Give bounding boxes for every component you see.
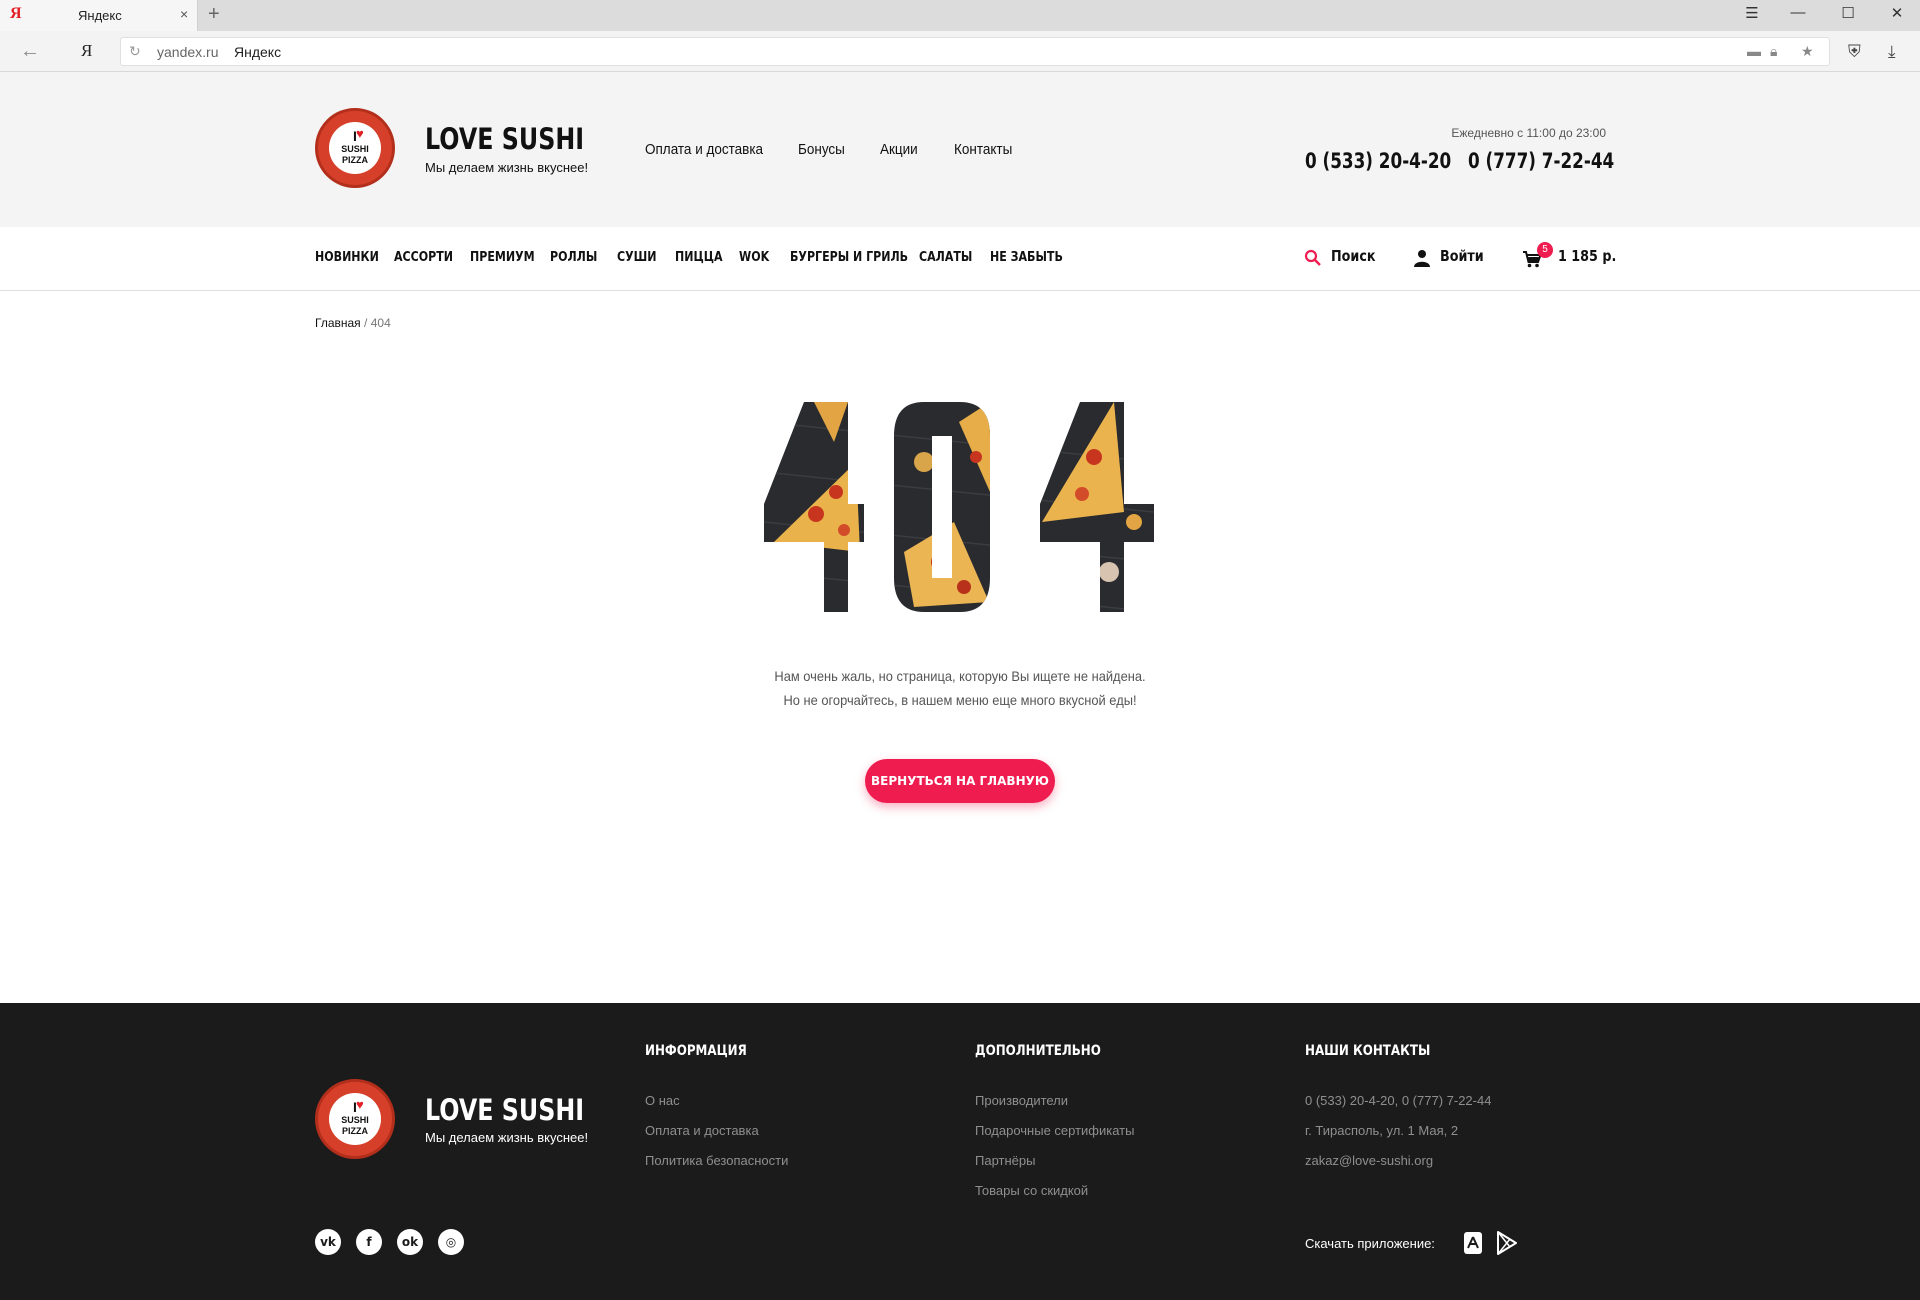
footer-logo[interactable]: I ♥ SUSHI PIZZA	[315, 1079, 395, 1159]
footer-contacts-title: НАШИ КОНТАКТЫ	[1305, 1043, 1431, 1059]
vk-icon[interactable]: vk	[315, 1229, 341, 1255]
category-pizza[interactable]: ПИЦЦА	[675, 250, 723, 265]
footer-link-delivery[interactable]: Оплата и доставка	[645, 1123, 759, 1138]
footer-logo-text-sushi: SUSHI	[341, 1115, 369, 1125]
phone-2[interactable]: 0 (777) 7-22-44	[1468, 149, 1614, 173]
logo-text-sushi: SUSHI	[341, 144, 369, 154]
category-salads[interactable]: САЛАТЫ	[919, 250, 972, 265]
menu-icon[interactable]: ☰	[1737, 4, 1767, 22]
yandex-home-button[interactable]: Я	[81, 41, 92, 61]
app-download-label: Скачать приложение:	[1305, 1236, 1435, 1251]
cart-total[interactable]: 1 185 р.	[1558, 247, 1616, 265]
odnoklassniki-icon[interactable]: ok	[397, 1229, 423, 1255]
close-tab-icon[interactable]: ×	[180, 6, 188, 22]
footer-contact-address: г. Тирасполь, ул. 1 Мая, 2	[1305, 1123, 1459, 1138]
url-host: yandex.ru	[157, 44, 219, 60]
reload-icon[interactable]: ↻	[129, 43, 141, 60]
footer-link-privacy[interactable]: Политика безопасности	[645, 1153, 788, 1168]
back-arrow-icon[interactable]: ←	[20, 40, 40, 63]
error-message-line-1: Нам очень жаль, но страница, которую Вы …	[774, 668, 1146, 684]
brand-name[interactable]: LOVE SUSHI	[425, 122, 584, 156]
footer-logo-inner: I ♥ SUSHI PIZZA	[329, 1093, 381, 1145]
bookmark-star-icon[interactable]: ★	[1801, 43, 1814, 60]
breadcrumb-home[interactable]: Главная	[315, 316, 361, 330]
footer-info-title: ИНФОРМАЦИЯ	[645, 1043, 747, 1059]
browser-tab-bar: Я Яндекс × + ☰ — ☐ ✕	[0, 0, 1920, 31]
download-icon[interactable]: ⤓	[1888, 42, 1896, 62]
footer-link-gift-cards[interactable]: Подарочные сертификаты	[975, 1123, 1134, 1138]
window-close-icon[interactable]: ✕	[1882, 4, 1912, 22]
category-assorted[interactable]: АССОРТИ	[394, 250, 453, 265]
nav-contacts[interactable]: Контакты	[954, 141, 1012, 158]
url-field[interactable]: ↻ yandex.ru Яндекс ▬ 🔒︎ ★	[120, 37, 1830, 66]
footer-link-about[interactable]: О нас	[645, 1093, 680, 1108]
instagram-icon[interactable]: ◎	[438, 1229, 464, 1255]
category-sushi[interactable]: СУШИ	[617, 250, 657, 265]
google-play-icon[interactable]	[1496, 1231, 1518, 1255]
footer-logo-text-pizza: PIZZA	[342, 1126, 368, 1136]
lock-icon[interactable]: 🔒︎	[1770, 43, 1777, 60]
footer-extra-title: ДОПОЛНИТЕЛЬНО	[975, 1043, 1101, 1059]
opening-hours: Ежедневно с 11:00 до 23:00	[1451, 126, 1606, 140]
nav-promotions[interactable]: Акции	[880, 141, 918, 158]
category-premium[interactable]: ПРЕМИУМ	[470, 250, 535, 265]
error-message-line-2: Но не огорчайтесь, в нашем меню еще мног…	[783, 692, 1137, 708]
reader-icon[interactable]: ▬	[1747, 43, 1761, 59]
footer: I ♥ SUSHI PIZZA LOVE SUSHI Мы делаем жиз…	[0, 1003, 1920, 1300]
error-code-illustration	[764, 402, 1154, 612]
url-page-title: Яндекс	[234, 44, 282, 60]
footer-link-discounts[interactable]: Товары со скидкой	[975, 1183, 1088, 1198]
logo-text-i: I	[353, 128, 357, 144]
category-new[interactable]: НОВИНКИ	[315, 250, 379, 265]
logo[interactable]: I ♥ SUSHI PIZZA	[315, 108, 395, 188]
brand-tagline: Мы делаем жизнь вкуснее!	[425, 160, 589, 175]
category-bar: НОВИНКИ АССОРТИ ПРЕМИУМ РОЛЛЫ СУШИ ПИЦЦА…	[0, 227, 1920, 291]
yandex-logo-icon: Я	[10, 5, 22, 22]
category-dont-forget[interactable]: НЕ ЗАБЫТЬ	[990, 250, 1063, 265]
logo-inner: I ♥ SUSHI PIZZA	[329, 122, 381, 174]
app-store-icon[interactable]	[1462, 1231, 1484, 1255]
category-wok[interactable]: WOK	[739, 250, 769, 265]
minimize-icon[interactable]: —	[1783, 4, 1813, 21]
new-tab-button[interactable]: +	[208, 3, 220, 26]
breadcrumb-current: 404	[370, 316, 391, 330]
user-icon[interactable]	[1413, 249, 1431, 267]
footer-link-producers[interactable]: Производители	[975, 1093, 1068, 1108]
maximize-icon[interactable]: ☐	[1833, 4, 1863, 22]
heart-icon: ♥	[356, 126, 364, 141]
facebook-icon[interactable]: f	[356, 1229, 382, 1255]
browser-tab[interactable]: Я Яндекс ×	[0, 0, 198, 31]
back-to-home-button[interactable]: ВЕРНУТЬСЯ НА ГЛАВНУЮ	[865, 759, 1055, 803]
tab-title: Яндекс	[78, 8, 122, 23]
category-rolls[interactable]: РОЛЛЫ	[550, 250, 597, 265]
footer-contact-email[interactable]: zakaz@love-sushi.org	[1305, 1153, 1433, 1168]
breadcrumb: Главная / 404	[315, 316, 391, 330]
category-burgers[interactable]: БУРГЕРЫ И ГРИЛЬ	[790, 250, 908, 265]
address-bar: ← Я ↻ yandex.ru Яндекс ▬ 🔒︎ ★ ⛨ ⤓	[0, 31, 1920, 72]
login-label[interactable]: Войти	[1440, 247, 1484, 265]
footer-brand-name[interactable]: LOVE SUSHI	[425, 1093, 584, 1127]
logo-text-pizza: PIZZA	[342, 155, 368, 165]
search-label[interactable]: Поиск	[1331, 247, 1376, 265]
search-icon[interactable]	[1304, 249, 1322, 267]
footer-tagline: Мы делаем жизнь вкуснее!	[425, 1130, 589, 1145]
footer-contact-phones[interactable]: 0 (533) 20-4-20, 0 (777) 7-22-44	[1305, 1093, 1491, 1108]
footer-link-partners[interactable]: Партнёры	[975, 1153, 1035, 1168]
footer-heart-icon: ♥	[356, 1097, 364, 1112]
cart-count-badge: 5	[1537, 242, 1553, 258]
error-message: Нам очень жаль, но страница, которую Вы …	[660, 664, 1260, 712]
protect-shield-icon[interactable]: ⛨	[1848, 42, 1861, 62]
phone-1[interactable]: 0 (533) 20-4-20	[1305, 149, 1451, 173]
breadcrumb-separator: /	[364, 316, 368, 330]
nav-bonuses[interactable]: Бонусы	[798, 141, 845, 158]
nav-delivery[interactable]: Оплата и доставка	[645, 141, 763, 158]
footer-logo-text-i: I	[353, 1099, 357, 1115]
